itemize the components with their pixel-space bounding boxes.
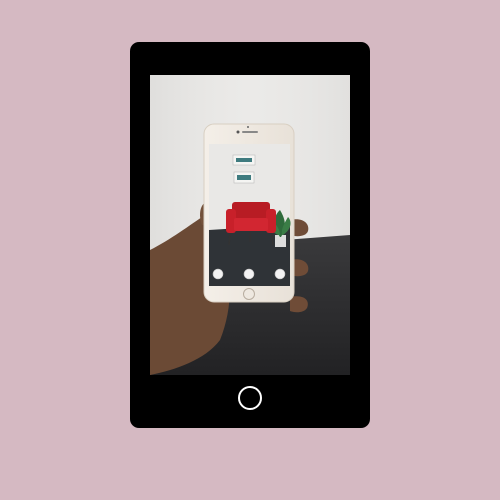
finger-3	[290, 296, 308, 313]
earpiece	[242, 131, 258, 133]
front-camera-icon	[236, 130, 240, 134]
wall-picture-top-art	[236, 158, 252, 162]
wall-picture-bottom-art	[237, 175, 251, 180]
circle-icon[interactable]	[274, 268, 286, 280]
chair-leg-1	[228, 232, 231, 246]
circle-icon[interactable]	[243, 268, 255, 280]
circle-icon[interactable]	[212, 268, 224, 280]
chair-seat	[234, 218, 268, 231]
tablet-device	[130, 42, 370, 428]
home-button[interactable]	[238, 386, 262, 410]
sensor-dot	[247, 126, 249, 128]
chair-leg-2	[271, 232, 274, 246]
photo-scene	[150, 75, 350, 375]
tablet-screen	[150, 75, 350, 375]
